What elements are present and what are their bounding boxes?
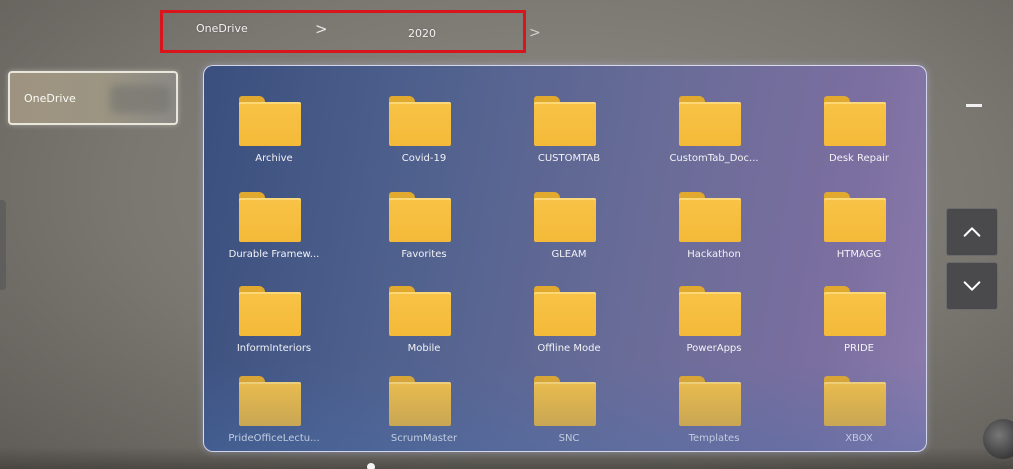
- folder-icon: [534, 376, 596, 426]
- folder-tile[interactable]: Favorites: [354, 192, 494, 282]
- folder-tile[interactable]: SNC: [499, 376, 639, 451]
- folder-label: HTMAGG: [836, 249, 882, 260]
- folder-tile[interactable]: Archive: [204, 96, 344, 186]
- folder-label: Hackathon: [687, 249, 741, 260]
- folder-icon: [239, 192, 301, 242]
- folder-icon: [389, 376, 451, 426]
- minimize-icon[interactable]: [966, 104, 982, 107]
- folder-label: PrideOfficeLectu...: [228, 433, 320, 444]
- folder-label: PRIDE: [844, 343, 874, 354]
- scroll-down-button[interactable]: [946, 262, 998, 310]
- folder-label: GLEAM: [551, 249, 587, 260]
- folder-tile[interactable]: Templates: [644, 376, 784, 451]
- folder-label: XBOX: [845, 433, 873, 444]
- folder-tile[interactable]: PRIDE: [789, 286, 926, 376]
- folder-icon: [824, 286, 886, 336]
- breadcrumb-onedrive[interactable]: OneDrive: [196, 22, 248, 35]
- folder-icon: [239, 96, 301, 146]
- sidebar-item-blur: [110, 85, 170, 113]
- folder-label: Offline Mode: [537, 343, 601, 354]
- folder-label: Mobile: [407, 343, 441, 354]
- chevron-up-icon: [963, 227, 981, 237]
- folder-tile[interactable]: PrideOfficeLectu...: [204, 376, 344, 451]
- folder-icon: [679, 376, 741, 426]
- folder-label: Covid-19: [401, 153, 447, 164]
- folder-label: ScrumMaster: [390, 433, 458, 444]
- folder-icon: [534, 192, 596, 242]
- folder-tile[interactable]: CustomTab_Doc...: [644, 96, 784, 186]
- folder-tile[interactable]: Mobile: [354, 286, 494, 376]
- folder-label: InformInteriors: [236, 343, 312, 354]
- folder-label: PowerApps: [686, 343, 742, 354]
- sidebar-item-label: OneDrive: [24, 92, 76, 105]
- folder-icon: [679, 192, 741, 242]
- folder-icon: [389, 286, 451, 336]
- folder-grid: Archive Covid-19 CUSTOMTAB CustomTab_Doc...…: [204, 66, 926, 451]
- folder-icon: [534, 96, 596, 146]
- folder-icon: [239, 286, 301, 336]
- breadcrumb: OneDrive > 2020: [160, 10, 526, 53]
- scroll-up-button[interactable]: [946, 208, 998, 256]
- folder-tile[interactable]: InformInteriors: [204, 286, 344, 376]
- folder-icon: [239, 376, 301, 426]
- folder-icon: [824, 376, 886, 426]
- folder-tile[interactable]: GLEAM: [499, 192, 639, 282]
- folder-tile[interactable]: Hackathon: [644, 192, 784, 282]
- folder-label: Favorites: [401, 249, 447, 260]
- folder-label: Archive: [255, 153, 293, 164]
- folder-tile[interactable]: XBOX: [789, 376, 926, 451]
- folder-icon: [824, 192, 886, 242]
- folder-tile[interactable]: Offline Mode: [499, 286, 639, 376]
- folder-label: Templates: [688, 433, 740, 444]
- breadcrumb-trailing-separator-icon: >: [529, 25, 541, 41]
- folder-tile[interactable]: Covid-19: [354, 96, 494, 186]
- folder-icon: [534, 286, 596, 336]
- folder-tile[interactable]: PowerApps: [644, 286, 784, 376]
- chevron-down-icon: [963, 281, 981, 291]
- folder-tile[interactable]: Durable Framew...: [204, 192, 344, 282]
- breadcrumb-current[interactable]: 2020: [408, 27, 436, 40]
- environment-edge: [0, 200, 6, 290]
- folder-tile[interactable]: CUSTOMTAB: [499, 96, 639, 186]
- folder-label: CustomTab_Doc...: [669, 153, 759, 164]
- folder-icon: [389, 96, 451, 146]
- folder-icon: [679, 96, 741, 146]
- folder-panel: Archive Covid-19 CUSTOMTAB CustomTab_Doc...…: [203, 65, 927, 452]
- folder-tile[interactable]: ScrumMaster: [354, 376, 494, 451]
- breadcrumb-separator-icon: >: [315, 20, 328, 38]
- folder-icon: [679, 286, 741, 336]
- folder-icon: [824, 96, 886, 146]
- folder-label: SNC: [558, 433, 580, 444]
- folder-tile[interactable]: HTMAGG: [789, 192, 926, 282]
- folder-icon: [389, 192, 451, 242]
- cursor-dot: [367, 463, 375, 469]
- folder-label: Durable Framew...: [228, 249, 320, 260]
- folder-label: CUSTOMTAB: [537, 153, 601, 164]
- folder-tile[interactable]: Desk Repair: [789, 96, 926, 186]
- sidebar-item-onedrive[interactable]: OneDrive: [8, 71, 178, 125]
- folder-label: Desk Repair: [828, 153, 890, 164]
